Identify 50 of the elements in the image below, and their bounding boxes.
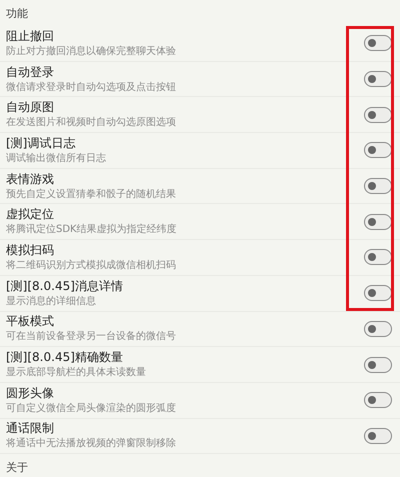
- setting-title: 阻止撤回: [6, 28, 55, 44]
- setting-description: 将二维码识别方式模拟成微信相机扫码: [6, 258, 177, 272]
- setting-title: [测][8.0.45]精确数量: [6, 350, 124, 366]
- setting-row[interactable]: [测]调试日志 调试输出微信所有日志: [0, 133, 400, 169]
- setting-description: 显示消息的详细信息: [6, 294, 97, 308]
- toggle-switch[interactable]: [364, 178, 392, 194]
- setting-description: 预先自定义设置猜拳和骰子的随机结果: [6, 188, 177, 201]
- setting-title: 模拟扫码: [6, 242, 55, 258]
- setting-title: 平板模式: [6, 314, 55, 330]
- setting-description: 防止对方撤回消息以确保完整聊天体验: [6, 44, 177, 58]
- setting-description: 可自定义微信全局头像渲染的圆形弧度: [6, 402, 177, 415]
- setting-row[interactable]: 模拟扫码 将二维码识别方式模拟成微信相机扫码: [0, 240, 400, 276]
- setting-description: 显示底部导航栏的具体未读数量: [6, 366, 147, 380]
- setting-title: 自动登录: [6, 64, 55, 80]
- setting-row[interactable]: 表情游戏 预先自定义设置猜拳和骰子的随机结果: [0, 168, 400, 204]
- setting-title: [测]调试日志: [6, 136, 76, 151]
- setting-description: 将通话中无法播放视频的弹窗限制移除: [6, 437, 177, 450]
- toggle-switch[interactable]: [364, 356, 392, 373]
- toggle-switch[interactable]: [364, 106, 392, 123]
- toggle-switch[interactable]: [364, 428, 392, 444]
- setting-row[interactable]: [测][8.0.45]精确数量 显示底部导航栏的具体未读数量: [0, 347, 400, 383]
- setting-title: 虚拟定位: [6, 207, 55, 222]
- setting-row[interactable]: 平板模式 可在当前设备登录另一台设备的微信号: [0, 312, 400, 348]
- setting-description: 微信请求登录时自动勾选项及点击按钮: [6, 80, 177, 94]
- setting-row[interactable]: 自动原图 在发送图片和视频时自动勾选原图选项: [0, 97, 400, 134]
- toggle-switch[interactable]: [364, 214, 392, 230]
- toggle-switch[interactable]: [364, 249, 392, 266]
- setting-title: 自动原图: [6, 100, 55, 116]
- section-header: 关于: [5, 460, 29, 476]
- toggle-switch[interactable]: [364, 142, 392, 158]
- setting-description: 在发送图片和视频时自动勾选原图选项: [6, 116, 177, 130]
- setting-description: 可在当前设备登录另一台设备的微信号: [6, 330, 177, 344]
- setting-title: 表情游戏: [6, 172, 55, 187]
- setting-title: 通话限制: [6, 421, 55, 436]
- toggle-switch[interactable]: [364, 285, 392, 302]
- setting-row[interactable]: 自动登录 微信请求登录时自动勾选项及点击按钮: [0, 62, 400, 98]
- setting-row[interactable]: [测][8.0.45]消息详情 显示消息的详细信息: [0, 276, 400, 312]
- section-header: 功能: [5, 6, 29, 22]
- setting-row[interactable]: 通话限制 将通话中无法播放视频的弹窗限制移除: [0, 418, 400, 454]
- setting-row[interactable]: 圆形头像 可自定义微信全局头像渲染的圆形弧度: [0, 382, 400, 419]
- toggle-switch[interactable]: [364, 392, 392, 408]
- toggle-switch[interactable]: [364, 35, 392, 52]
- setting-row[interactable]: 虚拟定位 将腾讯定位SDK结果虚拟为指定经纬度: [0, 204, 400, 240]
- setting-title: 圆形头像: [6, 386, 55, 401]
- setting-description: 调试输出微信所有日志: [6, 152, 107, 165]
- setting-description: 将腾讯定位SDK结果虚拟为指定经纬度: [6, 223, 178, 236]
- setting-title: [测][8.0.45]消息详情: [6, 278, 124, 294]
- toggle-switch[interactable]: [364, 320, 392, 337]
- setting-row[interactable]: 阻止撤回 防止对方撤回消息以确保完整聊天体验: [0, 26, 400, 62]
- toggle-switch[interactable]: [364, 71, 392, 88]
